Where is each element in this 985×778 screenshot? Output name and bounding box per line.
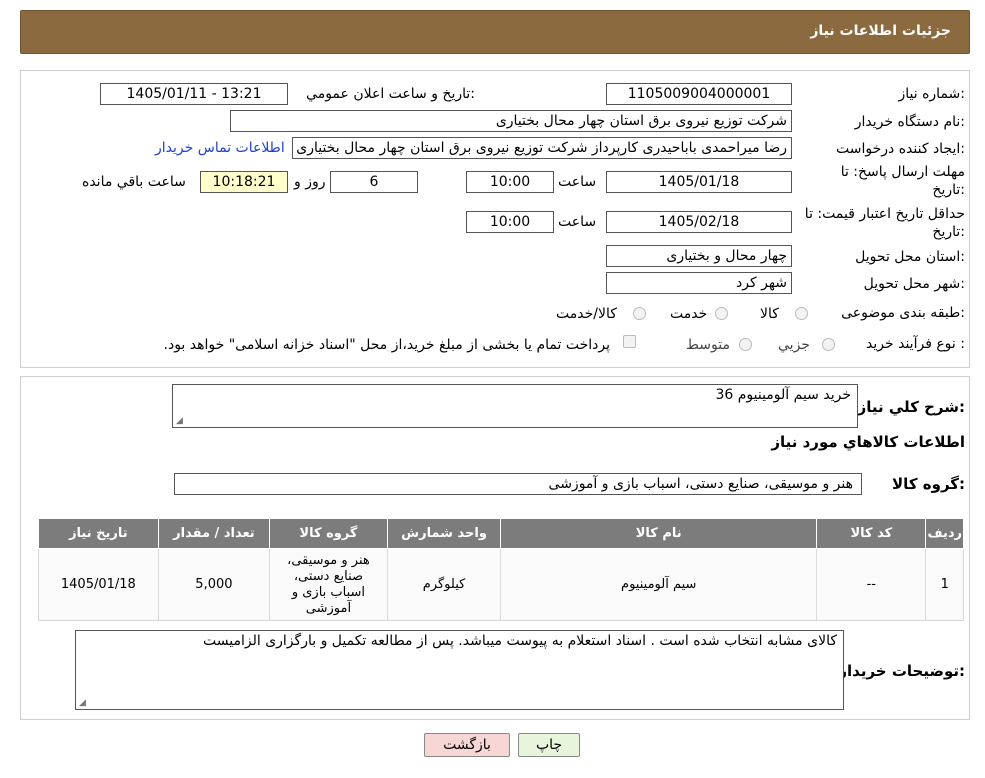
buyer-org-field: شركت توزيع نيروی برق استان چهار محال بخت… <box>230 110 792 132</box>
process-medium-radio[interactable] <box>739 338 752 351</box>
back-button[interactable]: بازگشت <box>424 733 510 757</box>
city-field: شهر کرد <box>606 272 792 294</box>
print-button[interactable]: چاپ <box>518 733 580 757</box>
requester-field: رضا ميراحمدی باباحيدری کارپرداز شركت توز… <box>292 137 792 159</box>
requester-label: ايجاد کننده درخواست: <box>836 141 965 157</box>
buyer-contact-link[interactable]: اطلاعات تماس خريدار <box>155 140 285 156</box>
cell-quantity: 5,000 <box>157 548 271 621</box>
buyer-notes-value: کالای مشابه انتخاب شده است . اسناد استعل… <box>203 633 837 649</box>
announce-field: 1405/01/11 - 13:21 <box>100 83 288 105</box>
goods-table-header: رديف کد کالا نام کالا واحد شمارش گروه کا… <box>38 518 964 549</box>
col-goods-group: گروه کالا <box>269 518 388 549</box>
page-title: جزئيات اطلاعات نياز <box>810 23 951 39</box>
goods-table: رديف کد کالا نام کالا واحد شمارش گروه کا… <box>38 518 964 621</box>
deadline-time-label: ساعت <box>558 174 597 190</box>
city-label: شهر محل تحويل: <box>863 276 965 292</box>
buyer-notes-label: توضيحات خريدار: <box>838 662 965 680</box>
announce-label: تاريخ و ساعت اعلان عمومي: <box>306 86 475 102</box>
payment-note: پرداخت تمام يا بخشی از مبلغ خريد،از محل … <box>163 337 610 353</box>
category-goods-label: کالا <box>760 306 779 322</box>
category-both-radio[interactable] <box>633 307 646 320</box>
cell-unit: کيلوگرم <box>386 548 502 621</box>
process-medium-label: متوسط <box>686 337 730 353</box>
table-row: 1 -- سيم آلومينيوم کيلوگرم هنر و موسيقی،… <box>38 548 964 621</box>
category-goods-radio[interactable] <box>795 307 808 320</box>
remaining-time-label: ساعت باقي مانده <box>82 174 186 190</box>
category-label: طبقه بندی موضوعی: <box>841 305 965 321</box>
resize-handle-icon[interactable]: ◢ <box>176 416 183 426</box>
col-goods-name: نام کالا <box>500 518 818 549</box>
category-both-label: کالا/خدمت <box>556 306 617 322</box>
col-goods-code: کد کالا <box>816 518 927 549</box>
days-remaining-field: 6 <box>330 171 418 193</box>
col-unit: واحد شمارش <box>386 518 502 549</box>
buyer-org-label: نام دستگاه خريدار: <box>854 114 965 130</box>
price-valid-label: حداقل تاريخ اعتبار قيمت: تا <box>804 206 965 222</box>
treasury-payment-checkbox[interactable] <box>623 335 636 348</box>
col-row-no: رديف <box>925 518 964 549</box>
deadline-label: مهلت ارسال پاسخ: تا <box>840 164 965 180</box>
cell-need-date: 1405/01/18 <box>38 548 159 621</box>
deadline-label-2: تاريخ: <box>932 182 965 198</box>
need-number-field: 1105009004000001 <box>606 83 792 105</box>
process-minor-radio[interactable] <box>822 338 835 351</box>
cell-goods-code: -- <box>816 548 927 621</box>
remaining-time-field: 10:18:21 <box>200 171 288 193</box>
price-valid-date-field: 1405/02/18 <box>606 211 792 233</box>
summary-label: شرح كلي نياز: <box>857 398 965 416</box>
deadline-time-field: 10:00 <box>466 171 554 193</box>
resize-handle-icon[interactable]: ◢ <box>79 698 86 708</box>
deadline-date-field: 1405/01/18 <box>606 171 792 193</box>
price-valid-time-field: 10:00 <box>466 211 554 233</box>
need-number-label: شماره نياز: <box>898 86 965 102</box>
page-header: جزئيات اطلاعات نياز <box>20 10 970 54</box>
days-label: روز و <box>294 174 326 190</box>
cell-goods-group: هنر و موسيقی، صنايع دستی، اسباب بازی و آ… <box>269 548 388 621</box>
col-need-date: تاريخ نياز <box>38 518 159 549</box>
province-label: استان محل تحويل: <box>855 249 965 265</box>
category-service-radio[interactable] <box>715 307 728 320</box>
category-service-label: خدمت <box>670 306 708 322</box>
price-valid-time-label: ساعت <box>558 214 597 230</box>
goods-group-field: هنر و موسيقی، صنايع دستی، اسباب بازی و آ… <box>174 473 862 495</box>
cell-row-no: 1 <box>925 548 964 621</box>
goods-info-title: اطلاعات کالاهاي مورد نياز <box>771 433 965 451</box>
process-minor-label: جزيي <box>778 337 810 353</box>
buyer-notes-textarea[interactable]: کالای مشابه انتخاب شده است . اسناد استعل… <box>75 630 844 710</box>
summary-textarea[interactable]: خريد سيم آلومينيوم 36 ◢ <box>172 384 858 428</box>
cell-goods-name: سيم آلومينيوم <box>500 548 818 621</box>
col-quantity: تعداد / مقدار <box>157 518 271 549</box>
process-label: نوع فرآيند خريد : <box>866 336 965 352</box>
price-valid-label-2: تاريخ: <box>932 224 965 240</box>
goods-group-label: گروه کالا: <box>892 475 965 493</box>
province-field: چهار محال و بختياری <box>606 245 792 267</box>
summary-value: خريد سيم آلومينيوم 36 <box>715 387 851 403</box>
